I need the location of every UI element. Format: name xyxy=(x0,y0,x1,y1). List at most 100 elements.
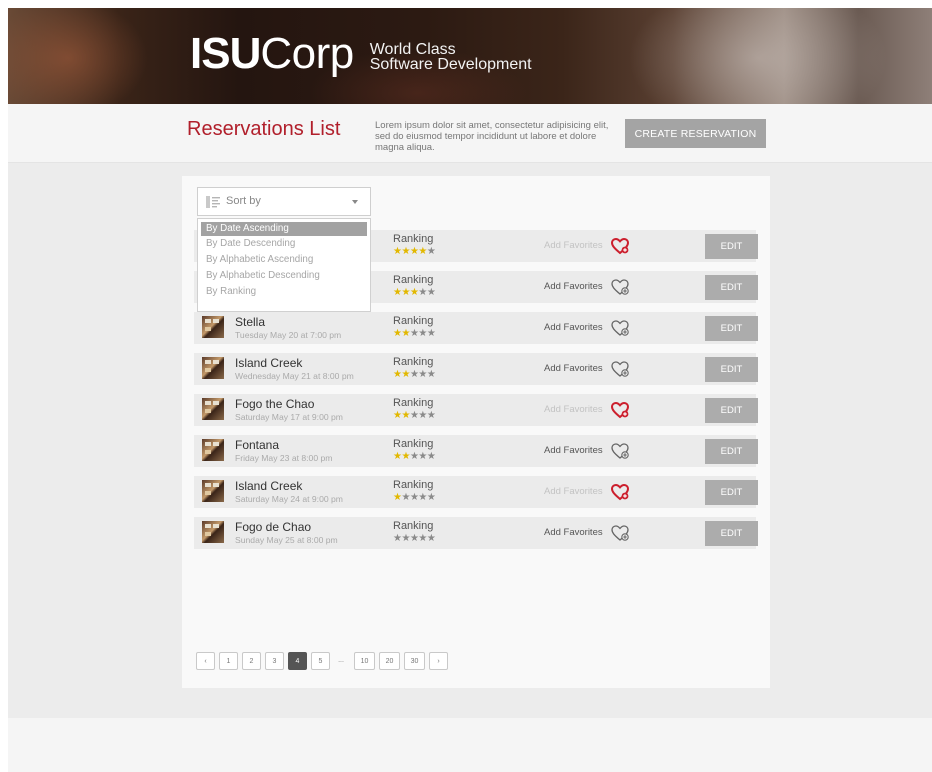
heart-add-filled-icon[interactable] xyxy=(610,400,630,420)
star-empty-icon: ★ xyxy=(426,246,436,257)
tagline-line1: World Class xyxy=(369,41,456,58)
reservation-date: Saturday May 17 at 9:00 pm xyxy=(235,412,343,422)
star-rating[interactable]: ★★★★★ xyxy=(393,246,436,257)
restaurant-name: Fogo the Chao xyxy=(235,397,315,411)
heart-add-icon[interactable] xyxy=(610,359,630,379)
star-rating[interactable]: ★★★★★ xyxy=(393,410,436,421)
sort-option[interactable]: By Ranking xyxy=(198,284,370,300)
table-row: Fogo de Chao Sunday May 25 at 8:00 pm Rank… xyxy=(194,517,758,549)
edit-button[interactable]: EDIT xyxy=(705,275,758,300)
restaurant-name: Fogo de Chao xyxy=(235,520,312,534)
sort-icon xyxy=(206,196,220,208)
add-favorites-label[interactable]: Add Favorites xyxy=(544,322,603,333)
pagination-page-button[interactable]: 20 xyxy=(379,652,400,670)
restaurant-name: Island Creek xyxy=(235,356,303,370)
sort-dropdown[interactable]: Sort by xyxy=(197,187,371,216)
add-favorites-label[interactable]: Add Favorites xyxy=(544,486,603,497)
title-bar: Reservations List Lorem ipsum dolor sit … xyxy=(8,104,932,163)
heart-add-filled-icon[interactable] xyxy=(610,482,630,502)
table-row: Stella Tuesday May 20 at 7:00 pm Ranking ★★… xyxy=(194,312,758,344)
restaurant-name: Fontana xyxy=(235,438,280,452)
add-favorites-label[interactable]: Add Favorites xyxy=(544,363,603,374)
ranking-label: Ranking xyxy=(393,438,434,450)
star-empty-icon: ★ xyxy=(418,410,427,421)
heart-add-filled-icon[interactable] xyxy=(610,236,630,256)
star-rating[interactable]: ★★★★★ xyxy=(393,492,436,503)
pagination-next-button[interactable]: › xyxy=(429,652,448,670)
add-favorites-label[interactable]: Add Favorites xyxy=(544,240,603,251)
star-rating[interactable]: ★★★★★ xyxy=(393,287,436,298)
ranking-label: Ranking xyxy=(393,479,434,491)
pagination-page-button[interactable]: 30 xyxy=(404,652,425,670)
star-rating[interactable]: ★★★★★ xyxy=(393,369,436,380)
restaurant-thumbnail xyxy=(202,521,224,543)
pagination-page-button[interactable]: 4 xyxy=(288,652,307,670)
reservation-date: Saturday May 24 at 9:00 pm xyxy=(235,494,343,504)
star-filled-icon: ★ xyxy=(401,246,410,257)
star-filled-icon: ★ xyxy=(401,410,410,421)
edit-button[interactable]: EDIT xyxy=(705,316,758,341)
edit-button[interactable]: EDIT xyxy=(705,234,758,259)
heart-add-icon[interactable] xyxy=(610,441,630,461)
logo-bold: ISU xyxy=(190,29,261,78)
heart-add-icon[interactable] xyxy=(610,523,630,543)
star-filled-icon: ★ xyxy=(401,287,410,298)
star-empty-icon: ★ xyxy=(418,492,427,503)
sort-label: Sort by xyxy=(226,195,261,207)
star-empty-icon: ★ xyxy=(426,492,436,503)
star-empty-icon: ★ xyxy=(418,533,427,544)
star-empty-icon: ★ xyxy=(401,533,410,544)
sort-option[interactable]: By Alphabetic Descending xyxy=(198,268,370,284)
star-empty-icon: ★ xyxy=(426,410,436,421)
star-rating[interactable]: ★★★★★ xyxy=(393,328,436,339)
star-empty-icon: ★ xyxy=(426,328,436,339)
add-favorites-label[interactable]: Add Favorites xyxy=(544,527,603,538)
pagination-page-button[interactable]: 2 xyxy=(242,652,261,670)
tagline-line2: Software Development xyxy=(369,56,532,73)
add-favorites-label[interactable]: Add Favorites xyxy=(544,404,603,415)
star-filled-icon: ★ xyxy=(401,451,410,462)
sort-option[interactable]: By Date Ascending xyxy=(201,222,367,236)
star-empty-icon: ★ xyxy=(418,451,427,462)
star-rating[interactable]: ★★★★★ xyxy=(393,451,436,462)
edit-button[interactable]: EDIT xyxy=(705,398,758,423)
page: ISU Corp World Class Software Developmen… xyxy=(8,8,932,772)
edit-button[interactable]: EDIT xyxy=(705,480,758,505)
create-reservation-button[interactable]: CREATE RESERVATION xyxy=(625,119,766,148)
star-filled-icon: ★ xyxy=(418,246,427,257)
hero-decor xyxy=(628,8,888,104)
star-empty-icon: ★ xyxy=(418,287,427,298)
sort-option[interactable]: By Alphabetic Ascending xyxy=(198,252,370,268)
table-row: Island Creek Wednesday May 21 at 8:00 pm R… xyxy=(194,353,758,385)
pagination-page-button[interactable]: 3 xyxy=(265,652,284,670)
ranking-label: Ranking xyxy=(393,397,434,409)
ranking-label: Ranking xyxy=(393,520,434,532)
sort-option[interactable]: By Date Descending xyxy=(198,236,370,252)
heart-add-icon[interactable] xyxy=(610,277,630,297)
star-rating[interactable]: ★★★★★ xyxy=(393,533,436,544)
brand-logo[interactable]: ISU Corp World Class Software Developmen… xyxy=(190,30,532,78)
edit-button[interactable]: EDIT xyxy=(705,439,758,464)
restaurant-name: Stella xyxy=(235,315,266,329)
hero-decor xyxy=(8,8,148,104)
edit-button[interactable]: EDIT xyxy=(705,521,758,546)
table-row: Fontana Friday May 23 at 8:00 pm Ranking ★ ★… xyxy=(194,435,758,467)
reservation-date: Sunday May 25 at 8:00 pm xyxy=(235,535,338,545)
pagination-page-button[interactable]: 5 xyxy=(311,652,330,670)
star-empty-icon: ★ xyxy=(418,369,427,380)
ranking-label: Ranking xyxy=(393,274,434,286)
ranking-label: Ranking xyxy=(393,315,434,327)
restaurant-name: Island Creek xyxy=(235,479,303,493)
add-favorites-label[interactable]: Add Favorites xyxy=(544,281,603,292)
pagination-prev-button[interactable]: ‹ xyxy=(196,652,215,670)
heart-add-icon[interactable] xyxy=(610,318,630,338)
reservation-date: Wednesday May 21 at 8:00 pm xyxy=(235,371,354,381)
restaurant-thumbnail xyxy=(202,439,224,461)
restaurant-thumbnail xyxy=(202,316,224,338)
footer xyxy=(8,718,932,772)
reservation-date: Friday May 23 at 8:00 pm xyxy=(235,453,333,463)
pagination-page-button[interactable]: 1 xyxy=(219,652,238,670)
add-favorites-label[interactable]: Add Favorites xyxy=(544,445,603,456)
pagination-page-button[interactable]: 10 xyxy=(354,652,375,670)
edit-button[interactable]: EDIT xyxy=(705,357,758,382)
